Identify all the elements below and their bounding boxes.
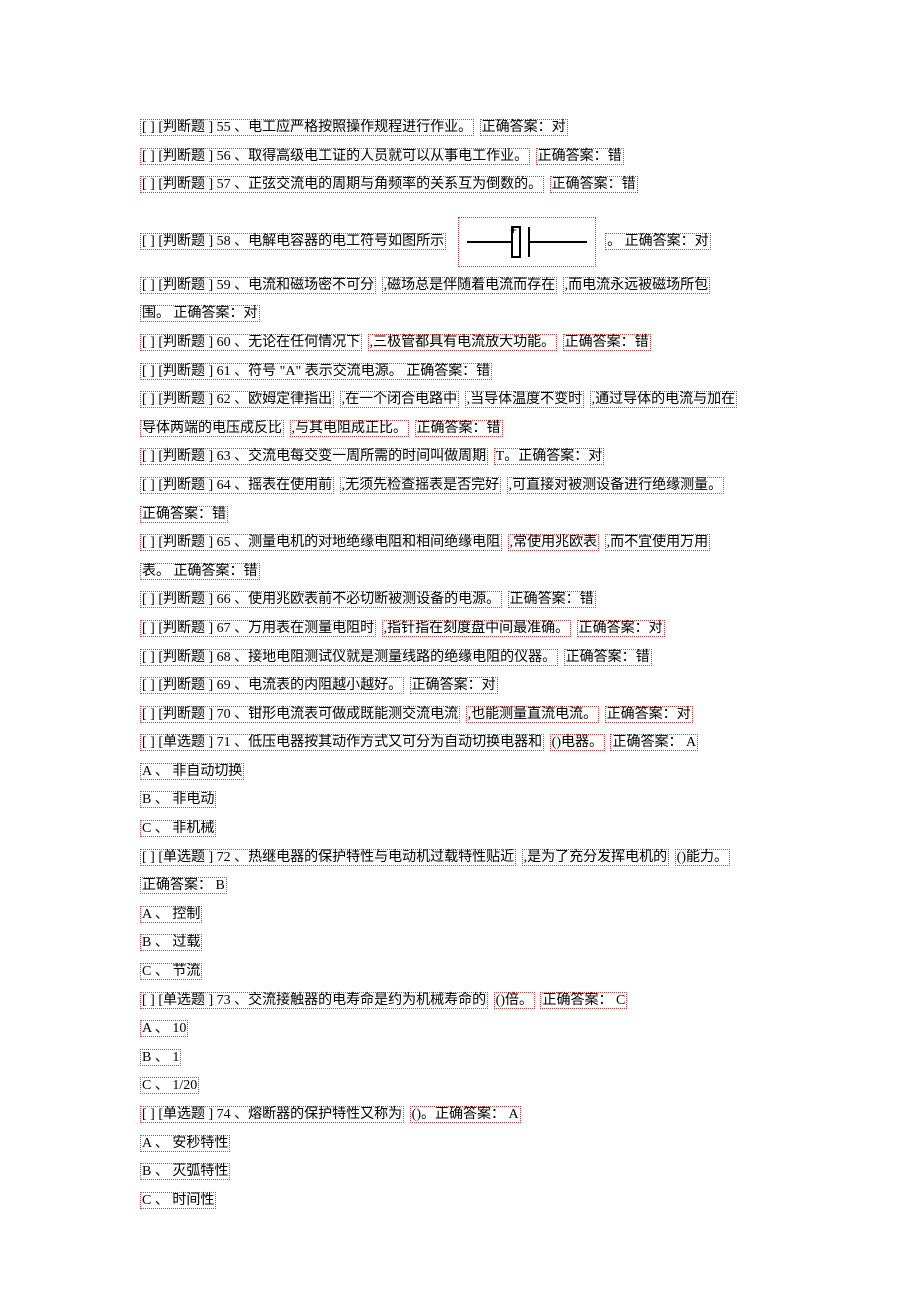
question-60: [ ] [判断题 ] 60 、无论在任何情况下 ,三极管都具有电流放大功能。 正…: [140, 330, 780, 357]
question-64-line2: 正确答案：错: [140, 502, 780, 529]
q69-a: [ ] [判断题 ] 69 、电流表的内阻越小越好。: [140, 677, 404, 694]
question-70: [ ] [判断题 ] 70 、钳形电流表可做成既能测交流电流 ,也能测量直流电流…: [140, 702, 780, 729]
q70-answer: 正确答案：对: [605, 706, 693, 723]
q74-b: ()。正确答案： A: [410, 1106, 521, 1123]
q61-a: [ ] [判断题 ] 61 、符号 "A" 表示交流电源。 正确答案：错: [140, 363, 492, 380]
question-72-line1: [ ] [单选题 ] 72 、热继电器的保护特性与电动机过载特性贴近 ,是为了充…: [140, 845, 780, 872]
q72-opt-c: C 、 节流: [140, 963, 202, 980]
question-57: [ ] [判断题 ] 57 、正弦交流电的周期与角频率的关系互为倒数的。 正确答…: [140, 172, 780, 199]
q73-b: ()倍。: [494, 992, 535, 1009]
q59-c: ,而电流永远被磁场所包: [563, 277, 711, 294]
capacitor-symbol-icon: +: [458, 217, 596, 267]
q62-c: ,当导体温度不变时: [465, 391, 585, 408]
q60-b: ,三极管都具有电流放大功能。: [368, 334, 558, 351]
q56-answer: 正确答案：错: [536, 148, 624, 165]
q62-answer: 正确答案：错: [415, 420, 503, 437]
question-67: [ ] [判断题 ] 67 、万用表在测量电阻时 ,指针指在刻度盘中间最准确。 …: [140, 616, 780, 643]
q72-answer: 正确答案： B: [140, 877, 227, 894]
question-62-line2: 导体两端的电压成反比 ,与其电阻成正比。 正确答案：错: [140, 416, 780, 443]
question-74: [ ] [单选题 ] 74 、熔断器的保护特性又称为 ()。正确答案： A: [140, 1102, 780, 1129]
question-55: [ ] [判断题 ] 55 、电工应严格按照操作规程进行作业。 正确答案：对: [140, 115, 780, 142]
q70-a: [ ] [判断题 ] 70 、钳形电流表可做成既能测交流电流: [140, 706, 460, 723]
q60-a: [ ] [判断题 ] 60 、无论在任何情况下: [140, 334, 362, 351]
question-66: [ ] [判断题 ] 66 、使用兆欧表前不必切断被测设备的电源。 正确答案：错: [140, 587, 780, 614]
q62-b: ,在一个闭合电路中: [340, 391, 460, 408]
question-65-line1: [ ] [判断题 ] 65 、测量电机的对地绝缘电阻和相间绝缘电阻 ,常使用兆欧…: [140, 530, 780, 557]
q64-c: ,可直接对被测设备进行绝缘测量。: [507, 477, 725, 494]
q73-opt-b: B 、 1: [140, 1049, 181, 1066]
question-59-line1: [ ] [判断题 ] 59 、电流和磁场密不可分 ,磁场总是伴随着电流而存在 ,…: [140, 273, 780, 300]
q74-opt-c: C 、 时间性: [140, 1192, 216, 1209]
question-69: [ ] [判断题 ] 69 、电流表的内阻越小越好。 正确答案：对: [140, 673, 780, 700]
q59-a: [ ] [判断题 ] 59 、电流和磁场密不可分: [140, 277, 376, 294]
q70-b: ,也能测量直流电流。: [466, 706, 600, 723]
q67-a: [ ] [判断题 ] 67 、万用表在测量电阻时: [140, 620, 376, 637]
question-63: [ ] [判断题 ] 63 、交流电每交变一周所需的时间叫做周期 T。正确答案：…: [140, 444, 780, 471]
q58-answer: 。 正确答案：对: [605, 233, 711, 250]
q55-answer: 正确答案：对: [480, 119, 568, 136]
q64-d: 正确答案：错: [140, 506, 228, 523]
q57-answer: 正确答案：错: [550, 176, 638, 193]
q73-answer: 正确答案： C: [540, 992, 627, 1009]
q56-text: [ ] [判断题 ] 56 、取得高级电工证的人员就可以从事电工作业。: [140, 148, 530, 165]
q74-opt-a: A 、 安秒特性: [140, 1135, 230, 1152]
question-62-line1: [ ] [判断题 ] 62 、欧姆定律指出 ,在一个闭合电路中 ,当导体温度不变…: [140, 387, 780, 414]
question-56: [ ] [判断题 ] 56 、取得高级电工证的人员就可以从事电工作业。 正确答案…: [140, 144, 780, 171]
q67-answer: 正确答案：对: [577, 620, 665, 637]
question-72-line2: 正确答案： B: [140, 873, 780, 900]
q67-b: ,指针指在刻度盘中间最准确。: [382, 620, 572, 637]
q69-answer: 正确答案：对: [410, 677, 498, 694]
q62-d: ,通过导体的电流与加在: [590, 391, 738, 408]
q68-a: [ ] [判断题 ] 68 、接地电阻测试仪就是测量线路的绝缘电阻的仪器。: [140, 649, 558, 666]
q73-opt-a: A 、 10: [140, 1020, 188, 1037]
question-64-line1: [ ] [判断题 ] 64 、摇表在使用前 ,无须先检查摇表是否完好 ,可直接对…: [140, 473, 780, 500]
q66-a: [ ] [判断题 ] 66 、使用兆欧表前不必切断被测设备的电源。: [140, 591, 502, 608]
q65-c: ,而不宜使用万用: [605, 534, 711, 551]
q65-d: 表。 正确答案：错: [140, 563, 260, 580]
q68-answer: 正确答案：错: [564, 649, 652, 666]
q63-a: [ ] [判断题 ] 63 、交流电每交变一周所需的时间叫做周期: [140, 448, 488, 465]
q71-b: ()电器。: [550, 734, 605, 751]
q65-a: [ ] [判断题 ] 65 、测量电机的对地绝缘电阻和相间绝缘电阻: [140, 534, 502, 551]
q72-a: [ ] [单选题 ] 72 、热继电器的保护特性与电动机过载特性贴近: [140, 849, 516, 866]
q72-c: ()能力。: [675, 849, 730, 866]
question-65-line2: 表。 正确答案：错: [140, 559, 780, 586]
q59-b: ,磁场总是伴随着电流而存在: [382, 277, 558, 294]
q71-opt-b: B 、 非电动: [140, 791, 216, 808]
q71-opt-c: C 、 非机械: [140, 820, 216, 837]
question-68: [ ] [判断题 ] 68 、接地电阻测试仪就是测量线路的绝缘电阻的仪器。 正确…: [140, 645, 780, 672]
q71-a: [ ] [单选题 ] 71 、低压电器按其动作方式又可分为自动切换电器和: [140, 734, 544, 751]
question-61: [ ] [判断题 ] 61 、符号 "A" 表示交流电源。 正确答案：错: [140, 359, 780, 386]
q57-text: [ ] [判断题 ] 57 、正弦交流电的周期与角频率的关系互为倒数的。: [140, 176, 544, 193]
q73-a: [ ] [单选题 ] 73 、交流接触器的电寿命是约为机械寿命的: [140, 992, 488, 1009]
q71-opt-a: A 、 非自动切换: [140, 763, 244, 780]
q71-answer: 正确答案： A: [610, 734, 698, 751]
question-59-line2: 围。 正确答案：对: [140, 301, 780, 328]
q64-b: ,无须先检查摇表是否完好: [340, 477, 502, 494]
q65-b: ,常使用兆欧表: [508, 534, 600, 551]
q74-opt-b: B 、 灭弧特性: [140, 1163, 230, 1180]
q66-answer: 正确答案：错: [508, 591, 596, 608]
question-71: [ ] [单选题 ] 71 、低压电器按其动作方式又可分为自动切换电器和 ()电…: [140, 730, 780, 757]
q73-opt-c: C 、 1/20: [140, 1077, 199, 1094]
q72-b: ,是为了充分发挥电机的: [522, 849, 670, 866]
q72-opt-b: B 、 过载: [140, 934, 202, 951]
q74-a: [ ] [单选题 ] 74 、熔断器的保护特性又称为: [140, 1106, 404, 1123]
q58-text: [ ] [判断题 ] 58 、电解电容器的电工符号如图所示: [140, 233, 446, 250]
question-58: [ ] [判断题 ] 58 、电解电容器的电工符号如图所示 + 。 正确答案：对: [140, 217, 780, 267]
q62-e: 导体两端的电压成反比: [140, 420, 284, 437]
q63-b: T。正确答案：对: [494, 448, 605, 465]
q62-f: ,与其电阻成正比。: [290, 420, 410, 437]
q60-answer: 正确答案：错: [563, 334, 651, 351]
q62-a: [ ] [判断题 ] 62 、欧姆定律指出: [140, 391, 334, 408]
q59-d: 围。 正确答案：对: [140, 305, 260, 322]
q72-opt-a: A 、 控制: [140, 906, 202, 923]
q64-a: [ ] [判断题 ] 64 、摇表在使用前: [140, 477, 334, 494]
question-73: [ ] [单选题 ] 73 、交流接触器的电寿命是约为机械寿命的 ()倍。 正确…: [140, 988, 780, 1015]
q55-text: [ ] [判断题 ] 55 、电工应严格按照操作规程进行作业。: [140, 119, 474, 136]
